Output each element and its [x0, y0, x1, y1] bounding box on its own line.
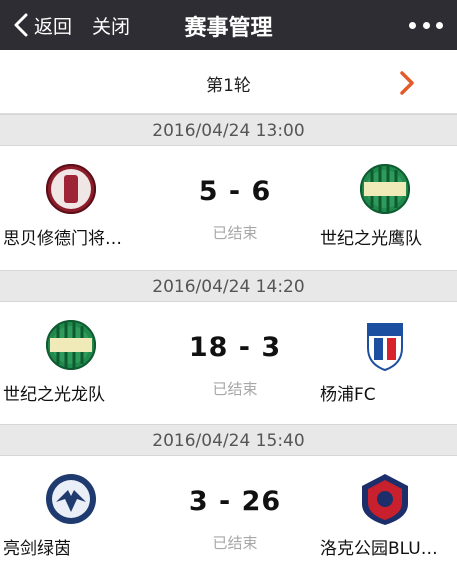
chevron-right-icon[interactable]: [397, 70, 417, 96]
away-team[interactable]: 杨浦FC: [300, 302, 457, 426]
team-name: 杨浦FC: [320, 385, 376, 405]
away-team[interactable]: 洛克公园BLU…: [300, 456, 457, 580]
page-title: 赛事管理: [184, 16, 273, 41]
match-datetime: 2016/04/24 13:00: [0, 114, 457, 146]
chevron-left-icon: [14, 13, 28, 37]
back-label: 返回: [34, 15, 73, 38]
team-name: 亮剑绿茵: [3, 539, 71, 559]
team-name: 思贝修德门将…: [3, 229, 122, 249]
shenhua-style-logo: [367, 323, 403, 372]
blue-eagle-logo: [46, 474, 96, 524]
match-datetime: 2016/04/24 15:40: [0, 424, 457, 456]
back-button[interactable]: 返回: [12, 11, 72, 39]
close-button[interactable]: 关闭: [92, 12, 130, 39]
match-status: 已结束: [212, 380, 258, 398]
team-name: 世纪之光鹰队: [320, 229, 422, 249]
away-team[interactable]: 世纪之光鹰队: [300, 146, 457, 270]
more-dots-icon[interactable]: [409, 14, 443, 36]
home-team[interactable]: 世纪之光龙队: [0, 302, 170, 426]
round-selector: 第1轮: [0, 50, 457, 114]
match-score: 5 - 6: [198, 176, 272, 207]
round-label: 第1轮: [206, 76, 251, 96]
rock-park-logo: [362, 474, 408, 525]
match-status: 已结束: [212, 534, 258, 552]
century-light-logo: [46, 320, 96, 370]
match-score: 18 - 3: [188, 332, 282, 363]
match-row[interactable]: 亮剑绿茵 3 - 26 已结束 洛克公园BLU…: [0, 456, 457, 580]
home-team[interactable]: 亮剑绿茵: [0, 456, 170, 580]
match-row[interactable]: 世纪之光龙队 18 - 3 已结束 杨浦FC: [0, 302, 457, 426]
match-row[interactable]: 思贝修德门将… 5 - 6 已结束 世纪之光鹰队: [0, 146, 457, 270]
team-name: 洛克公园BLU…: [320, 539, 438, 559]
team-name: 世纪之光龙队: [3, 385, 105, 405]
match-status: 已结束: [212, 224, 258, 242]
top-navbar: 返回 关闭 赛事管理: [0, 0, 457, 50]
century-light-logo: [360, 164, 410, 214]
home-team[interactable]: 思贝修德门将…: [0, 146, 170, 270]
match-score: 3 - 26: [188, 486, 282, 517]
match-datetime: 2016/04/24 14:20: [0, 270, 457, 302]
red-crest-logo: [46, 164, 96, 214]
